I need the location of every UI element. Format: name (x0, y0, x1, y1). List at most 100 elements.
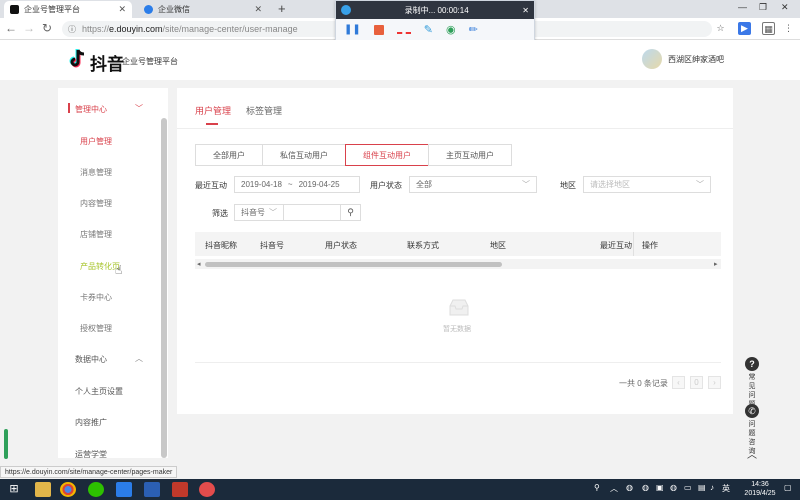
highlighter-icon[interactable]: ✎ (424, 23, 433, 36)
sidebar-item-store[interactable]: 店铺管理 (80, 229, 112, 240)
scroll-left-icon[interactable]: ◂ (197, 260, 201, 268)
sidebar-item-content[interactable]: 内容管理 (80, 198, 112, 209)
tray-chevron-icon[interactable]: ︿ (610, 483, 618, 494)
sidebar-item-promotion[interactable]: 内容推广 (75, 417, 107, 428)
ime-indicator[interactable]: 英 (722, 483, 730, 494)
battery-icon[interactable]: ▭ (684, 483, 692, 492)
douyin-favicon (10, 5, 19, 14)
phone-icon: ✆ (745, 404, 759, 418)
scrollbar-thumb[interactable] (205, 262, 502, 267)
sidebar-item-user-manage[interactable]: 用户管理 (80, 136, 112, 147)
sidebar-item-message[interactable]: 消息管理 (80, 167, 112, 178)
douyin-logo-icon[interactable] (66, 47, 90, 71)
question-icon: ? (745, 357, 759, 371)
search-icon: ⚲ (347, 207, 354, 217)
tray-app-icon[interactable]: ◍ (642, 483, 649, 492)
webcam-icon[interactable]: ◉ (446, 23, 456, 36)
browser-tab-active[interactable]: 企业号管理平台 ✕ (4, 1, 132, 18)
notifications-icon[interactable]: ▢ (784, 483, 792, 492)
sidebar-item-auth[interactable]: 授权管理 (80, 323, 112, 334)
col-recent: 最近互动 (600, 241, 632, 250)
pen-tool-icon[interactable]: ✏ (469, 23, 478, 36)
recorder-logo-icon (341, 5, 351, 15)
sidebar-item-product-page[interactable]: 产品转化页 (80, 261, 120, 272)
recorder-header: 录制中... 00:00:14 ✕ (336, 1, 534, 19)
netease-music-icon[interactable] (199, 482, 215, 497)
forward-icon[interactable]: → (22, 21, 36, 35)
region-select[interactable]: 请选择地区 ﹀ (583, 176, 711, 193)
account-name[interactable]: 西湖区绅家酒吧 (668, 54, 724, 65)
volume-icon[interactable]: ♪ (710, 483, 714, 492)
region-label: 地区 (560, 181, 576, 190)
next-page-icon[interactable]: › (708, 376, 721, 389)
avatar[interactable] (642, 49, 662, 69)
faq-button[interactable]: ? 常见问题 (740, 357, 764, 409)
pen-line-icon[interactable] (396, 31, 411, 34)
sidebar-item-homepage[interactable]: 个人主页设置 (75, 386, 123, 397)
sidebar-group-manage[interactable]: 管理中心 (75, 104, 107, 115)
chrome-icon[interactable] (60, 482, 76, 497)
date-range-picker[interactable]: 2019-04-18 ~ 2019-04-25 (234, 176, 360, 193)
bookmark-star-icon[interactable]: ☆ (714, 22, 727, 35)
sidebar (58, 88, 168, 458)
filter-type-select[interactable]: 抖音号 ﹀ (234, 204, 284, 221)
windows-start-icon[interactable]: ⊞ (6, 482, 22, 497)
close-window-icon[interactable]: ✕ (781, 2, 789, 13)
tab-underline (206, 123, 218, 125)
sidebar-item-coupon[interactable]: 卡券中心 (80, 292, 112, 303)
browser-menu-icon[interactable]: ⋮ (782, 22, 795, 35)
back-icon[interactable]: ← (4, 21, 18, 35)
page-number[interactable]: 0 (690, 376, 703, 389)
tab-user-manage[interactable]: 用户管理 (195, 104, 231, 117)
tray-user-icon[interactable]: ⚲ (594, 483, 600, 492)
wechat-icon[interactable] (88, 482, 104, 497)
url-host: e.douyin.com (109, 24, 163, 34)
extension-grid-icon[interactable]: ▦ (762, 22, 775, 35)
word-icon[interactable] (144, 482, 160, 497)
scroll-right-icon[interactable]: ▸ (714, 260, 718, 268)
chevron-down-icon[interactable]: ﹀ (135, 103, 143, 114)
browser-tab-wechat[interactable]: 企业微信 ✕ (138, 1, 268, 18)
col-actions: 操作 (642, 241, 658, 250)
segment-component-users[interactable]: 组件互动用户 (345, 144, 429, 166)
tab-tag-manage[interactable]: 标签管理 (246, 104, 282, 117)
segment-homepage-users[interactable]: 主页互动用户 (428, 144, 512, 166)
sidebar-group-data[interactable]: 数据中心 (75, 354, 107, 365)
side-edge-widget[interactable] (4, 429, 8, 459)
close-tab-icon[interactable]: ✕ (118, 4, 126, 15)
segment-all-users[interactable]: 全部用户 (195, 144, 263, 166)
user-status-select[interactable]: 全部 ﹀ (409, 176, 537, 193)
file-explorer-icon[interactable] (35, 482, 51, 497)
back-to-top-icon[interactable]: ︿ (740, 446, 764, 461)
reload-icon[interactable]: ↻ (40, 21, 54, 35)
prev-page-icon[interactable]: ‹ (672, 376, 685, 389)
close-tab-icon[interactable]: ✕ (254, 4, 262, 15)
extension-icon[interactable]: ▶ (738, 22, 751, 35)
tray-app-icon[interactable]: ◍ (626, 483, 633, 492)
clock-date: 2019/4/25 (744, 490, 776, 497)
sidebar-scrollbar[interactable] (161, 118, 167, 458)
hand-cursor-icon: ☝ (115, 263, 123, 277)
url-path: /site/manage-center/user-manage (162, 24, 298, 34)
minimize-icon[interactable]: — (738, 2, 747, 12)
pause-icon[interactable]: ❚❚ (344, 24, 361, 35)
sidebar-item-academy[interactable]: 运营学堂 (75, 449, 107, 460)
filter-type-value: 抖音号 (241, 208, 265, 217)
app-icon[interactable] (172, 482, 188, 497)
wechat-work-icon[interactable] (116, 482, 132, 497)
stop-icon[interactable] (373, 24, 384, 35)
col-region: 地区 (490, 241, 506, 250)
segment-dm-users[interactable]: 私信互动用户 (262, 144, 346, 166)
tray-app-icon[interactable]: ◍ (670, 483, 677, 492)
restore-icon[interactable]: ❐ (759, 2, 767, 13)
link-status-bar: https://e.douyin.com/site/manage-center/… (0, 466, 178, 478)
system-clock[interactable]: 14:36 2019/4/25 (740, 480, 780, 498)
logo-text: 抖音 (90, 55, 124, 74)
search-button[interactable]: ⚲ (340, 204, 361, 221)
new-tab-icon[interactable]: + (278, 1, 286, 16)
network-icon[interactable]: ▤ (698, 483, 706, 492)
filter-search-input[interactable] (283, 204, 341, 221)
recorder-close-icon[interactable]: ✕ (522, 6, 529, 15)
chevron-up-icon[interactable]: ︿ (135, 353, 143, 364)
tray-app-icon[interactable]: ▣ (656, 483, 664, 492)
